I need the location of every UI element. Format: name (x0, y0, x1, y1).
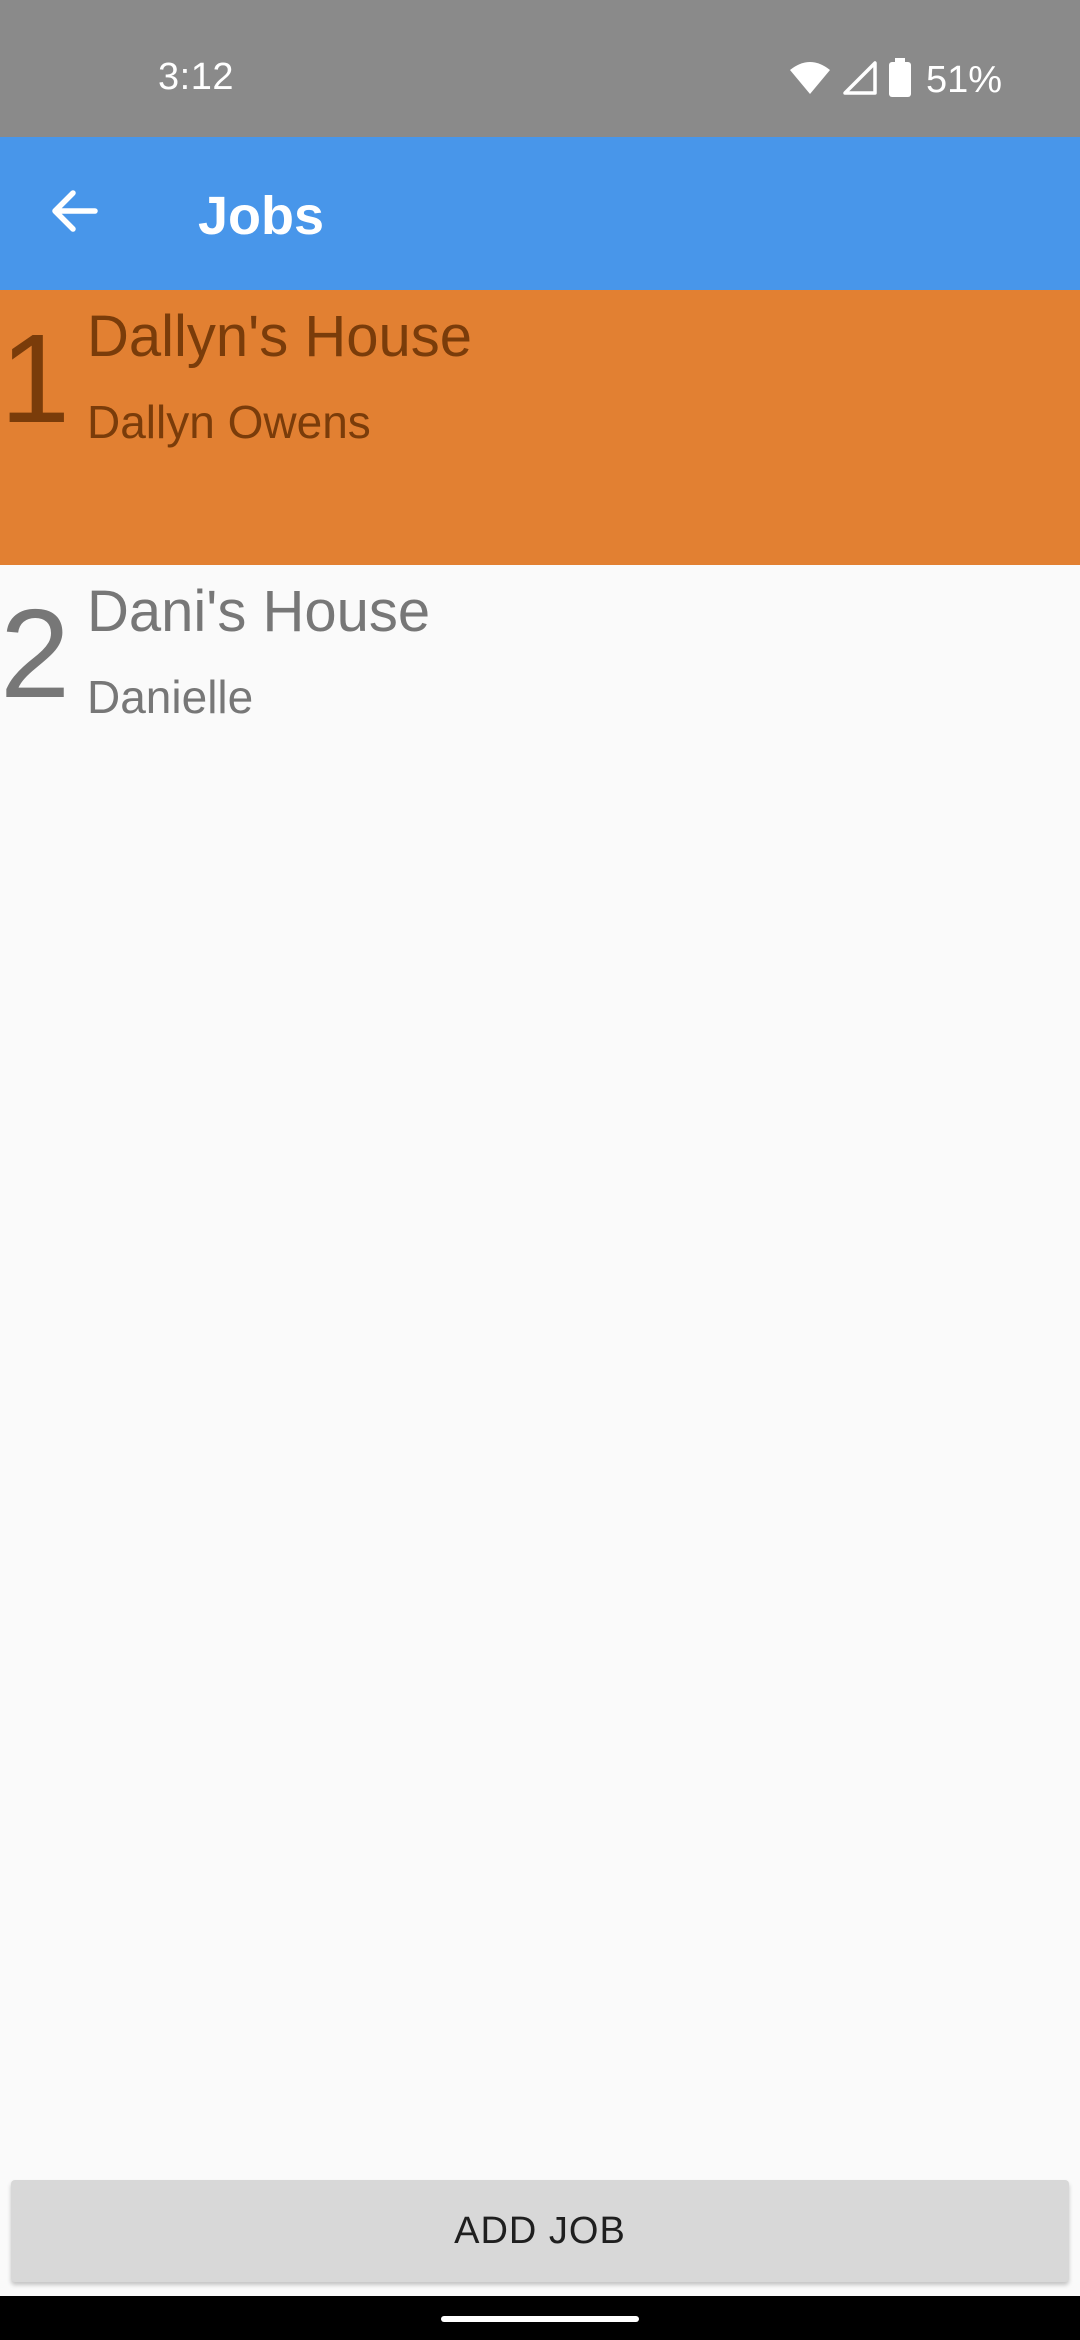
wifi-icon (788, 60, 832, 101)
page-title: Jobs (198, 186, 325, 246)
status-time: 3:12 (158, 56, 234, 98)
arrow-back-icon (49, 188, 99, 239)
job-name: Dani's House (87, 579, 431, 644)
status-icons: 51% (788, 57, 1002, 103)
job-list-item[interactable]: 2 Dani's House Danielle (0, 565, 1080, 840)
job-owner: Dallyn Owens (87, 396, 371, 448)
battery-percent: 51% (925, 58, 1002, 101)
job-number: 1 (0, 308, 71, 449)
cellular-signal-icon (842, 60, 878, 101)
job-owner: Danielle (87, 671, 254, 723)
status-bar: 3:12 51% (0, 0, 1080, 137)
job-list: 1 Dallyn's House Dallyn Owens 2 Dani's H… (0, 290, 1080, 840)
job-number: 2 (0, 583, 71, 724)
navigation-bar (0, 2296, 1080, 2340)
battery-icon (888, 57, 912, 103)
job-list-item[interactable]: 1 Dallyn's House Dallyn Owens (0, 290, 1080, 565)
add-job-button[interactable]: ADD JOB (11, 2180, 1069, 2282)
home-indicator[interactable] (441, 2316, 639, 2322)
app-bar: Jobs (0, 137, 1080, 290)
job-name: Dallyn's House (87, 304, 473, 369)
back-button[interactable] (28, 173, 120, 253)
